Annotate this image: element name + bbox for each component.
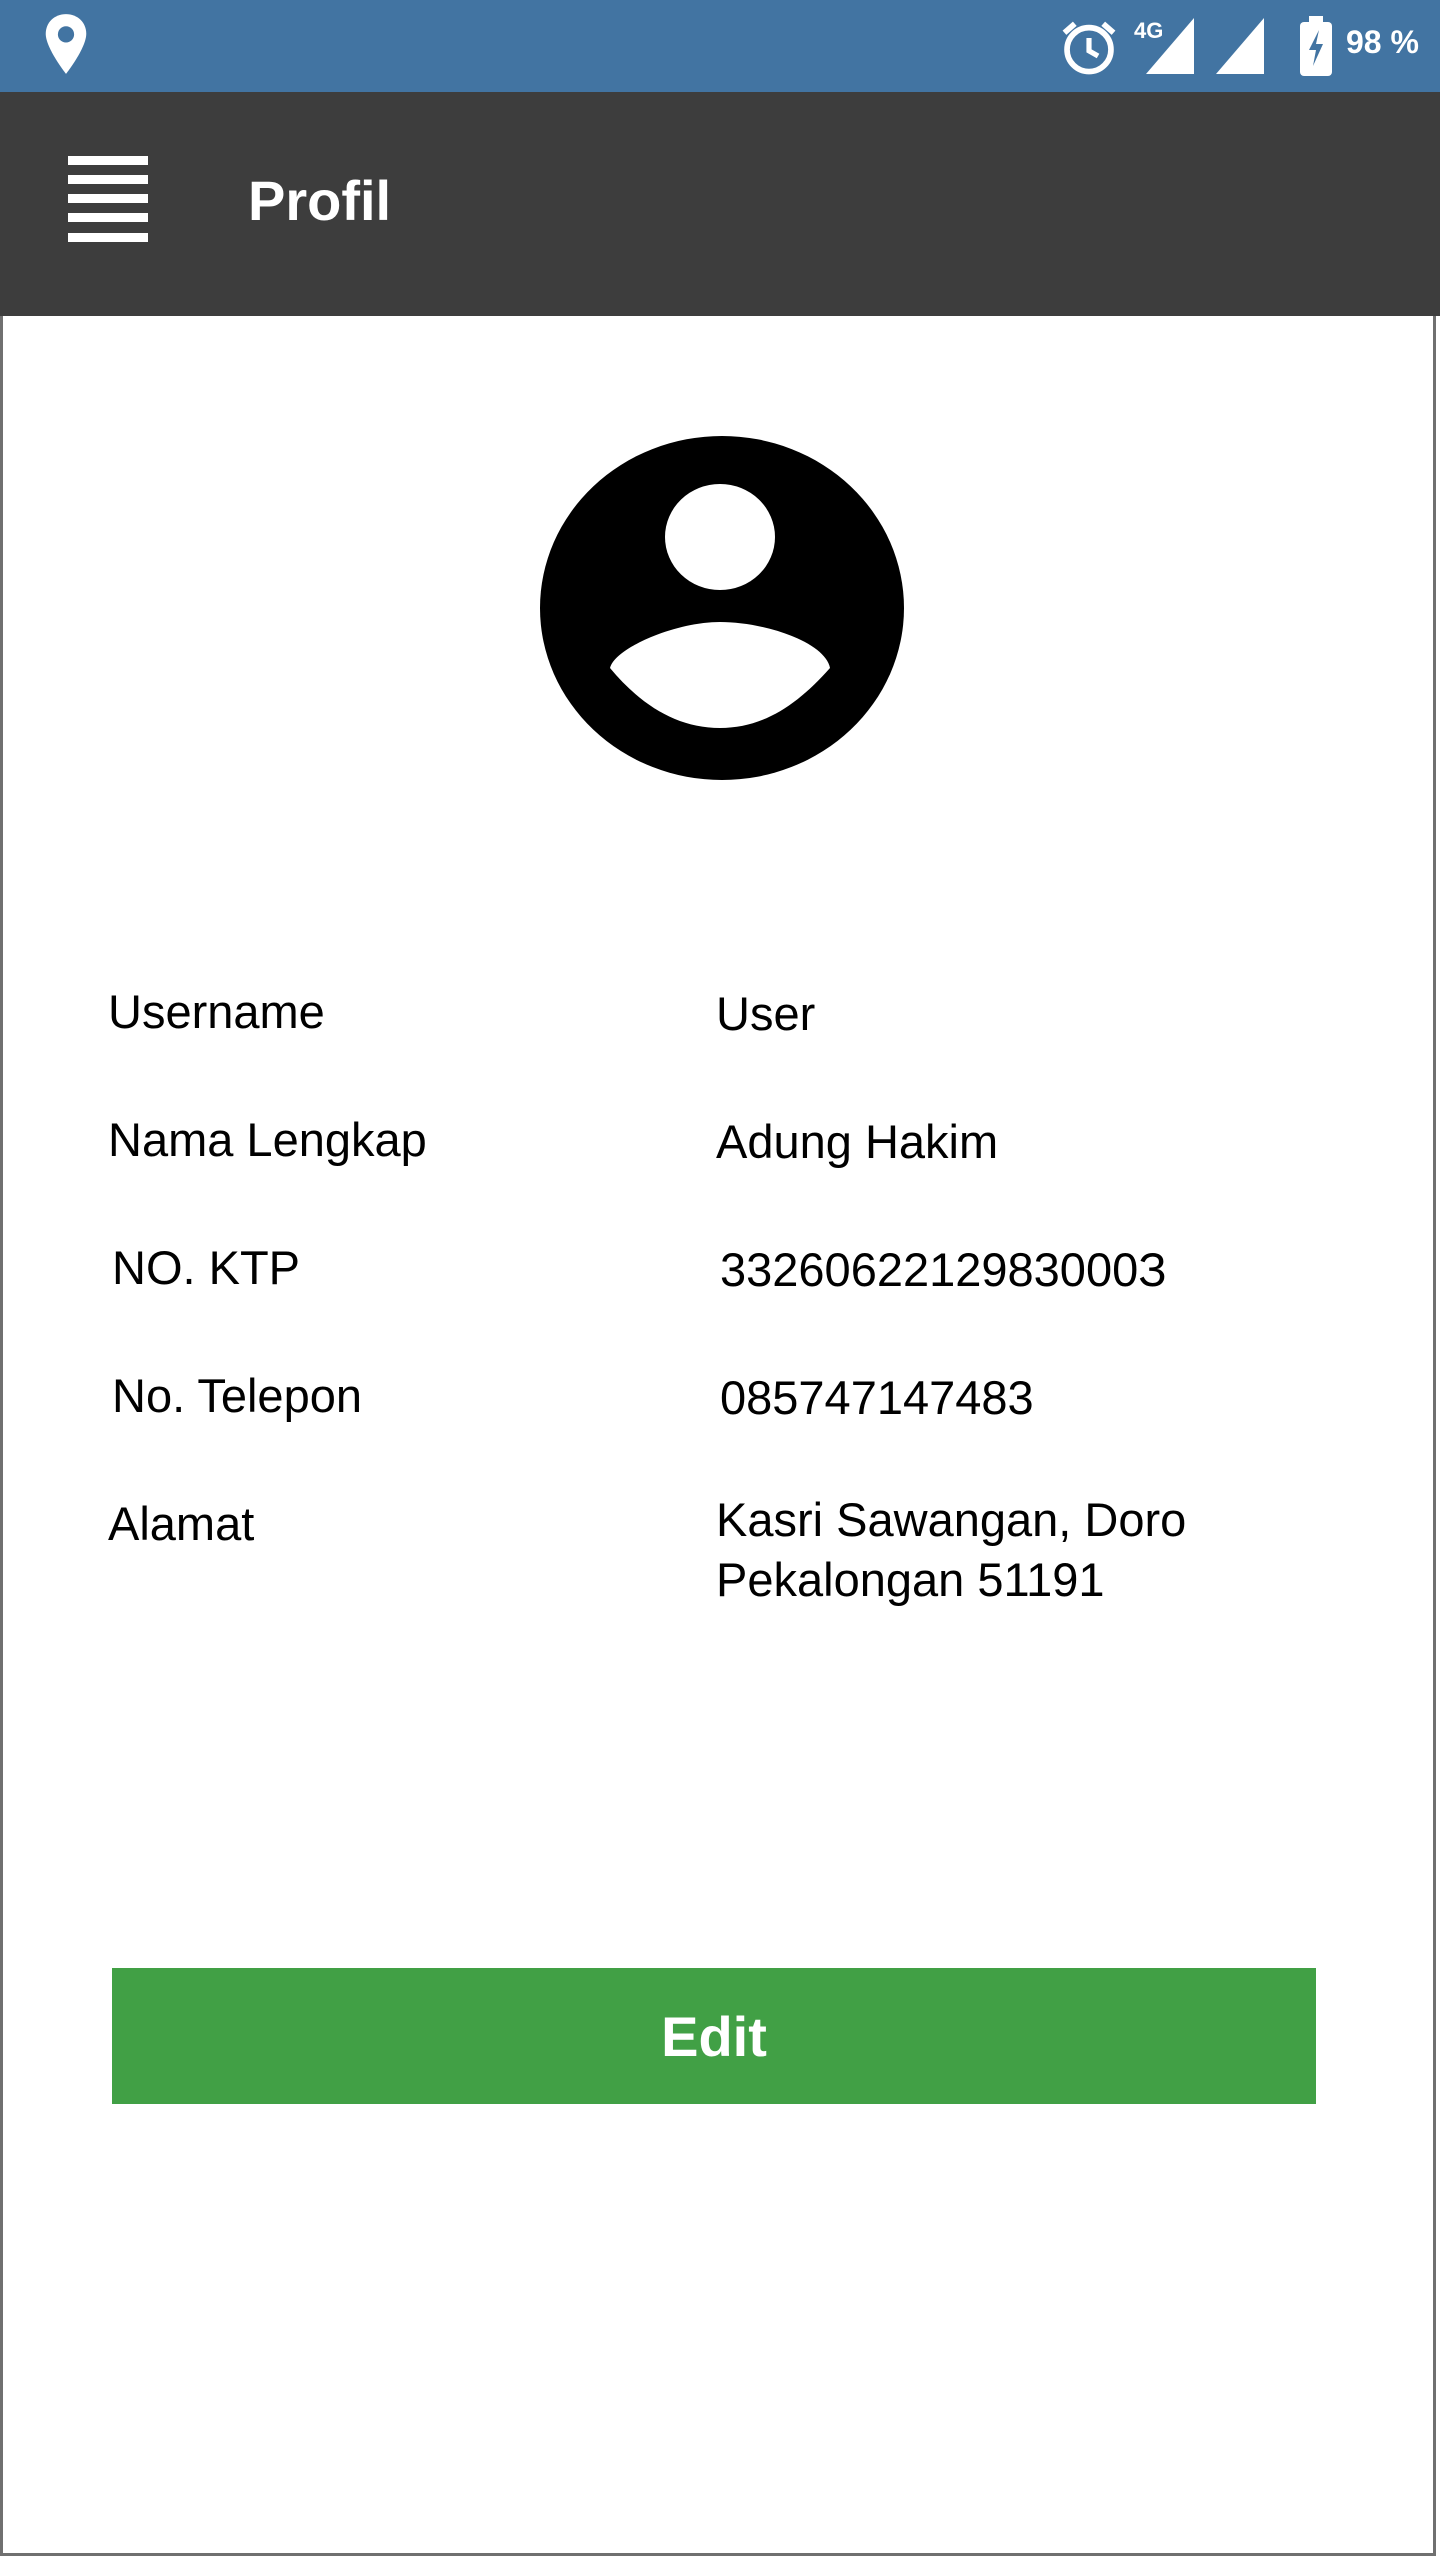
signal-icon [1146, 18, 1194, 74]
address-value: Kasri Sawangan, Doro Pekalongan 51191 [716, 1490, 1186, 1610]
phone-value: 085747147483 [720, 1371, 1034, 1424]
address-label: Alamat [108, 1497, 255, 1550]
hamburger-menu-icon[interactable] [68, 156, 148, 242]
address-line-2: Pekalongan 51191 [716, 1553, 1105, 1606]
username-value: User [716, 987, 816, 1040]
address-line-1: Kasri Sawangan, Doro [716, 1493, 1187, 1546]
username-label: Username [108, 985, 325, 1038]
phone-label: No. Telepon [112, 1369, 362, 1422]
battery-percentage: 98 % [1346, 24, 1419, 60]
app-bar: Profil [0, 92, 1440, 316]
full-name-value: Adung Hakim [716, 1115, 999, 1168]
ktp-number-label: NO. KTP [112, 1241, 301, 1294]
alarm-icon [1062, 21, 1116, 75]
full-name-label: Nama Lengkap [108, 1113, 427, 1166]
status-bar: 4G 98 % [0, 0, 1440, 92]
page-title: Profil [248, 169, 392, 232]
location-icon [45, 14, 87, 74]
ktp-number-value: 3326062212983000З [720, 1243, 1167, 1296]
account-circle-icon [540, 436, 904, 780]
edit-button[interactable]: Edit [112, 1968, 1316, 2104]
battery-charging-icon [1300, 16, 1332, 76]
signal-icon [1216, 18, 1264, 74]
